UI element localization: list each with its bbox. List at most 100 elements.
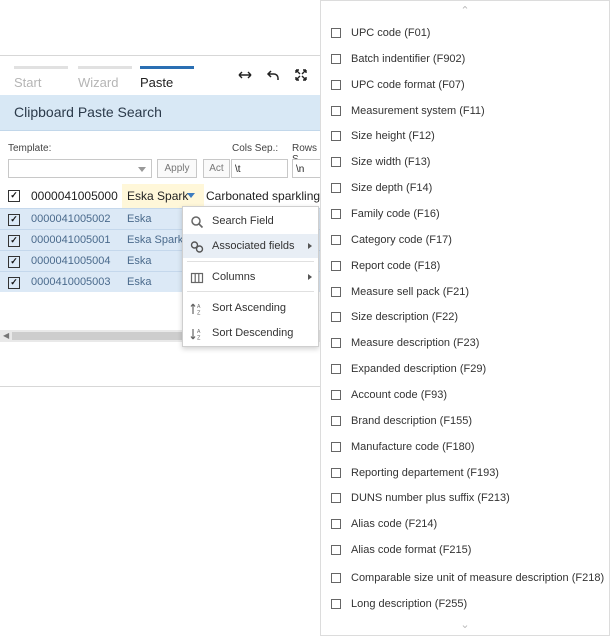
menu-item-search-field[interactable]: Search Field [183,209,318,233]
arrows-horizontal-icon[interactable] [236,68,254,86]
checkbox-checked-icon[interactable]: ✓ [8,277,20,289]
checkbox-checked-icon[interactable]: ✓ [8,256,20,268]
svg-text:Z: Z [197,336,201,342]
checkbox-checked-icon[interactable]: ✓ [8,190,20,202]
checkbox-icon[interactable] [331,287,341,297]
checkbox-icon[interactable] [331,312,341,322]
rows-sep-input[interactable]: \n [292,159,322,178]
checkbox-icon[interactable] [331,519,341,529]
field-item[interactable]: Brand description (F155) [321,411,609,431]
menu-item-associated-fields[interactable]: Associated fields [183,234,318,258]
cols-sep-label: Cols Sep.: [232,143,279,154]
header-code: 0000041005000 [31,189,118,203]
row-brand: Eska Spark [127,234,184,246]
checkbox-icon[interactable] [331,131,341,141]
checkbox-icon[interactable] [331,338,341,348]
column-context-menu: Search Field Associated fields Columns A… [182,206,319,347]
tab-start[interactable]: Start [14,66,68,90]
row-code: 0000041005004 [31,255,111,267]
field-item[interactable]: Measure description (F23) [321,333,609,353]
scroll-left-icon[interactable]: ◀ [3,331,9,340]
template-select[interactable] [8,159,152,178]
field-item[interactable]: UPC code format (F07) [321,75,609,95]
checkbox-icon[interactable] [331,545,341,555]
act-button[interactable]: Act [203,159,230,178]
checkbox-icon[interactable] [331,183,341,193]
checkbox-checked-icon[interactable]: ✓ [8,214,20,226]
checkbox-icon[interactable] [331,80,341,90]
chevron-down-icon [138,167,146,172]
wizard-tabs: Start Wizard Paste [0,56,322,94]
template-label: Template: [8,143,52,154]
svg-text:A: A [197,329,201,335]
field-item[interactable]: Size depth (F14) [321,178,609,198]
link-icon [190,239,204,253]
tab-paste[interactable]: Paste [140,66,194,90]
checkbox-checked-icon[interactable]: ✓ [8,235,20,247]
dropdown-arrow-icon[interactable] [187,193,195,198]
fullscreen-icon[interactable] [292,68,310,86]
checkbox-icon[interactable] [331,54,341,64]
checkbox-icon[interactable] [331,157,341,167]
field-item[interactable]: Expanded description (F29) [321,359,609,379]
panel-title-bar: Clipboard Paste Search [0,95,322,131]
checkbox-icon[interactable] [331,468,341,478]
checkbox-icon[interactable] [331,390,341,400]
checkbox-icon[interactable] [331,364,341,374]
checkbox-icon[interactable] [331,106,341,116]
field-item[interactable]: Account code (F93) [321,385,609,405]
tab-wizard[interactable]: Wizard [78,66,132,90]
menu-item-sort-descending[interactable]: AZ Sort Descending [183,321,318,345]
chevron-right-icon [308,243,312,249]
apply-button[interactable]: Apply [157,159,197,178]
field-item[interactable]: Measure sell pack (F21) [321,282,609,302]
checkbox-icon[interactable] [331,573,341,583]
chevron-right-icon [308,274,312,280]
header-brand: Eska Spark [127,189,189,203]
field-item[interactable]: Family code (F16) [321,204,609,224]
field-item[interactable]: Size height (F12) [321,126,609,146]
row-brand: Eska [127,213,152,225]
field-item[interactable]: Batch indentifier (F902) [321,49,609,69]
field-item[interactable]: Reporting departement (F193) [321,463,609,483]
field-item[interactable]: Report code (F18) [321,256,609,276]
field-item[interactable]: DUNS number plus suffix (F213) [321,488,609,508]
scroll-down-icon[interactable]: ⌄ [458,620,472,631]
grid-header-row[interactable]: ✓ 0000041005000 Eska Spark Carbonated sp… [0,184,322,208]
checkbox-icon[interactable] [331,599,341,609]
undo-arrow-icon[interactable] [264,68,282,86]
checkbox-icon[interactable] [331,261,341,271]
field-item[interactable]: Size width (F13) [321,152,609,172]
menu-divider [187,261,314,262]
menu-divider [187,291,314,292]
row-brand: Eska [127,276,152,288]
field-item[interactable]: Long description (F255) [321,594,609,614]
field-item[interactable]: Alias code format (F215) [321,540,609,560]
panel-title: Clipboard Paste Search [14,104,162,120]
cols-sep-input[interactable]: \t [231,159,288,178]
checkbox-icon[interactable] [331,28,341,38]
field-item[interactable]: Measurement system (F11) [321,101,609,121]
checkbox-icon[interactable] [331,416,341,426]
search-icon [190,214,204,229]
svg-text:A: A [197,304,201,310]
checkbox-icon[interactable] [331,209,341,219]
menu-item-columns[interactable]: Columns [183,265,318,289]
associated-fields-submenu: ⌃ UPC code (F01) Batch indentifier (F902… [320,0,610,636]
field-item[interactable]: Comparable size unit of measure descript… [321,568,609,588]
row-code: 0000041005002 [31,213,111,225]
checkbox-icon[interactable] [331,442,341,452]
sort-ascending-icon: AZ [190,301,204,317]
checkbox-icon[interactable] [331,493,341,503]
menu-item-sort-ascending[interactable]: AZ Sort Ascending [183,296,318,320]
field-item[interactable]: Category code (F17) [321,230,609,250]
field-item[interactable]: UPC code (F01) [321,23,609,43]
field-item[interactable]: Size description (F22) [321,307,609,327]
header-description: Carbonated sparkling [206,189,321,203]
scroll-up-icon[interactable]: ⌃ [458,6,472,17]
brand-filter-cell[interactable]: Eska Spark [122,184,204,208]
field-item[interactable]: Manufacture code (F180) [321,437,609,457]
checkbox-icon[interactable] [331,235,341,245]
field-item[interactable]: Alias code (F214) [321,514,609,534]
sort-descending-icon: AZ [190,326,204,342]
